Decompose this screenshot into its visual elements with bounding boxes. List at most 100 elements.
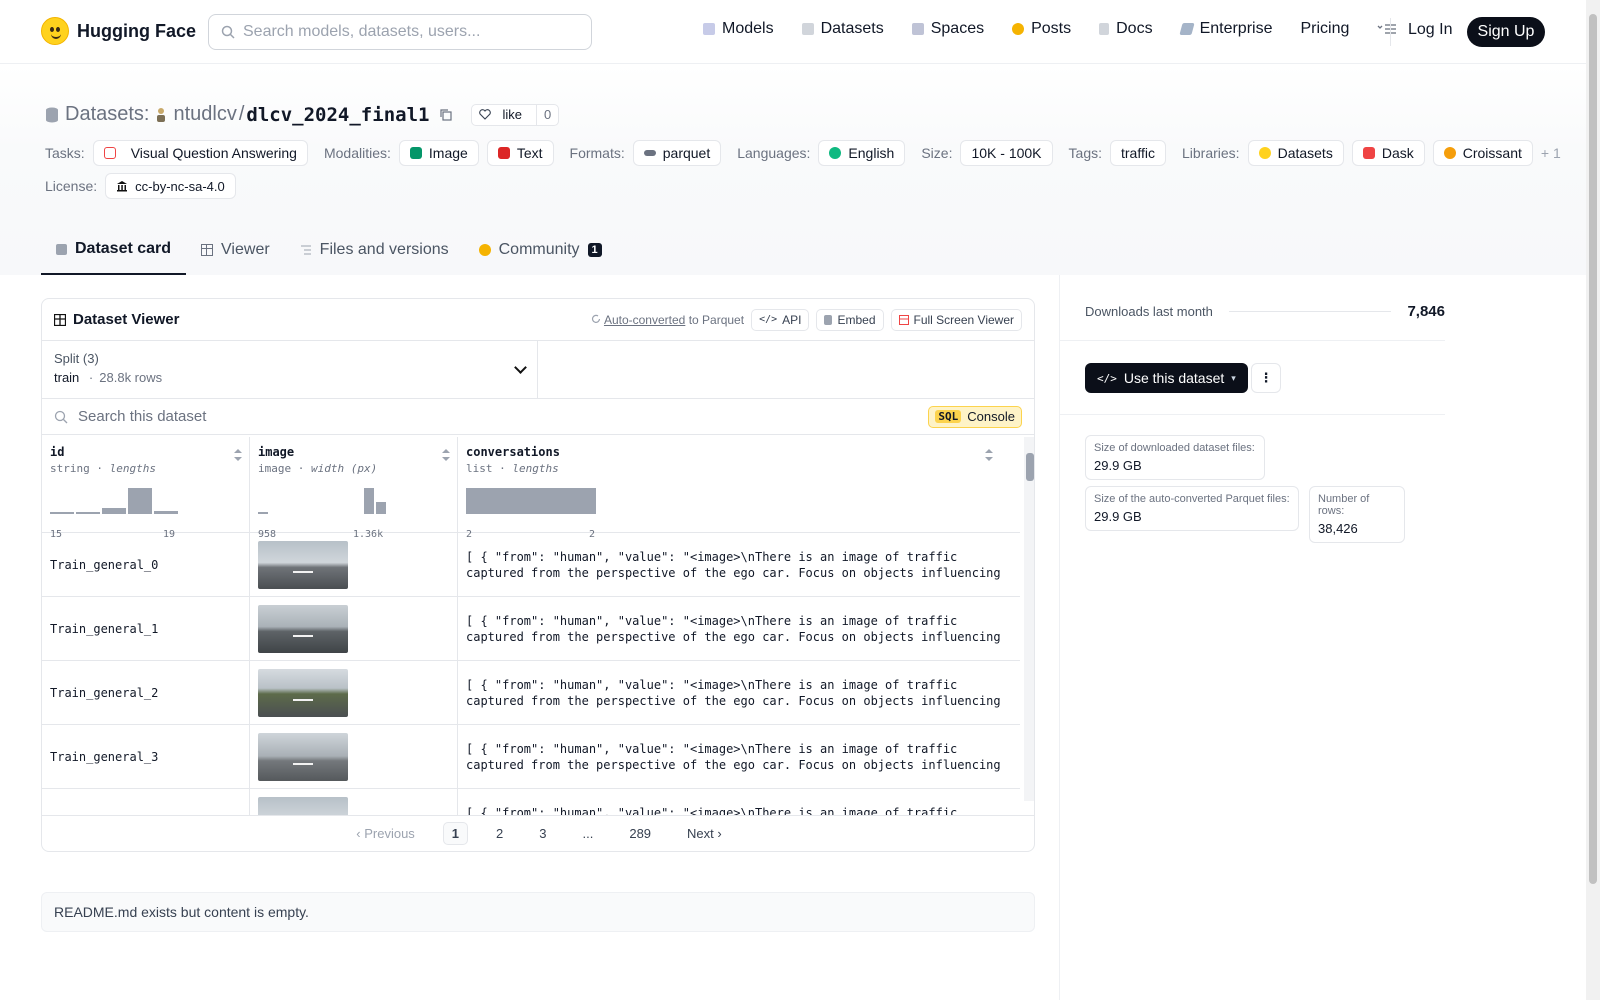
modality-text-chip[interactable]: Text bbox=[486, 140, 554, 166]
tab-community-label: Community bbox=[498, 241, 580, 258]
image-thumbnail[interactable] bbox=[258, 604, 348, 653]
tab-files[interactable]: Files and versions bbox=[285, 225, 464, 275]
last-page-button[interactable]: 289 bbox=[621, 823, 659, 844]
nav-spaces[interactable]: Spaces bbox=[911, 20, 984, 38]
tab-community[interactable]: Community 1 bbox=[464, 225, 617, 275]
nav-docs[interactable]: Docs bbox=[1099, 20, 1153, 38]
library-croissant-chip[interactable]: Croissant bbox=[1432, 140, 1533, 166]
language-chip[interactable]: English bbox=[818, 140, 906, 166]
histogram-bar[interactable] bbox=[128, 488, 152, 514]
more-libraries[interactable]: + 1 bbox=[1541, 145, 1561, 161]
sort-icon[interactable] bbox=[442, 449, 450, 461]
signup-button[interactable]: Sign Up bbox=[1467, 17, 1545, 47]
viewer-title-text: Dataset Viewer bbox=[73, 311, 180, 328]
text-icon bbox=[497, 147, 510, 159]
format-chip[interactable]: parquet bbox=[632, 140, 722, 166]
tab-dataset-card[interactable]: Dataset card bbox=[41, 225, 187, 275]
fullscreen-icon bbox=[898, 314, 909, 325]
split-select[interactable]: Split (3) train · 28.8k rows bbox=[42, 341, 538, 398]
license-icon bbox=[117, 181, 128, 192]
table-scrollbar-thumb[interactable] bbox=[1026, 453, 1034, 481]
library-datasets-chip[interactable]: Datasets bbox=[1247, 140, 1344, 166]
breadcrumb-section[interactable]: Datasets: bbox=[65, 103, 149, 126]
histogram-bar[interactable] bbox=[376, 502, 386, 514]
table-row[interactable]: Train_general_0 [ { "from": "human", "va… bbox=[42, 533, 1020, 597]
login-link[interactable]: Log In bbox=[1408, 21, 1452, 39]
task-chip[interactable]: Visual Question Answering bbox=[92, 140, 308, 166]
column-header-id[interactable]: id string · lengths 15 19 bbox=[42, 437, 250, 540]
histogram-bar[interactable] bbox=[258, 512, 268, 514]
image-thumbnail[interactable] bbox=[258, 732, 348, 781]
table-row[interactable]: Train_general_2 [ { "from": "human", "va… bbox=[42, 661, 1020, 725]
histogram-bar[interactable] bbox=[364, 488, 374, 514]
cell-image[interactable] bbox=[250, 533, 458, 596]
copy-icon[interactable] bbox=[439, 108, 453, 122]
page-scrollbar-thumb[interactable] bbox=[1589, 14, 1597, 884]
global-search-input[interactable] bbox=[243, 23, 563, 41]
repo-name[interactable]: dlcv_2024_final1 bbox=[246, 104, 429, 126]
cell-id bbox=[42, 789, 250, 815]
table-row[interactable]: [ { "from": "human", "value": "<image>\n… bbox=[42, 789, 1020, 815]
sql-console-button[interactable]: SQL Console bbox=[928, 405, 1022, 428]
image-thumbnail[interactable] bbox=[258, 797, 348, 815]
nav-posts[interactable]: Posts bbox=[1012, 20, 1071, 38]
auto-converted-link[interactable]: Auto-converted bbox=[604, 313, 685, 327]
tag-chip[interactable]: traffic bbox=[1110, 140, 1166, 166]
files-icon bbox=[300, 245, 311, 255]
global-search[interactable] bbox=[208, 14, 592, 50]
nav-pricing[interactable]: Pricing bbox=[1300, 20, 1349, 38]
table-scrollbar[interactable] bbox=[1024, 437, 1034, 801]
dataset-search[interactable]: SQL Console bbox=[42, 399, 1034, 435]
cell-image[interactable] bbox=[250, 661, 458, 724]
column-header-image[interactable]: image image · width (px) 958 1.36k bbox=[250, 437, 458, 540]
top-navigation: Hugging Face Models Datasets Spaces Post… bbox=[0, 0, 1586, 64]
histogram-bar[interactable] bbox=[154, 511, 178, 514]
like-button[interactable]: like 0 bbox=[471, 103, 560, 126]
more-options-button[interactable]: ⋮ bbox=[1251, 363, 1281, 393]
breadcrumb-owner[interactable]: ntudlcv bbox=[173, 103, 236, 126]
histogram-bar[interactable] bbox=[102, 508, 126, 514]
previous-page-button[interactable]: ‹ Previous bbox=[348, 823, 423, 844]
brand-logo[interactable]: Hugging Face bbox=[41, 17, 196, 45]
dataset-search-input[interactable] bbox=[78, 408, 878, 425]
modality-image-chip[interactable]: Image bbox=[398, 140, 479, 166]
fullscreen-button[interactable]: Full Screen Viewer bbox=[890, 308, 1022, 331]
hf-datasets-icon bbox=[1258, 147, 1271, 159]
cell-image[interactable] bbox=[250, 597, 458, 660]
cell-image[interactable] bbox=[250, 725, 458, 788]
size-chip[interactable]: 10K - 100K bbox=[960, 140, 1053, 166]
image-icon bbox=[409, 147, 422, 159]
image-thumbnail[interactable] bbox=[258, 668, 348, 717]
menu-icon bbox=[1377, 24, 1397, 34]
use-dataset-button[interactable]: </> Use this dataset ▾ bbox=[1085, 363, 1248, 393]
histogram-bar[interactable] bbox=[50, 512, 74, 514]
tab-viewer[interactable]: Viewer bbox=[186, 225, 285, 275]
nav-datasets[interactable]: Datasets bbox=[801, 20, 884, 38]
page-scrollbar[interactable] bbox=[1586, 0, 1600, 1000]
table-row[interactable]: Train_general_1 [ { "from": "human", "va… bbox=[42, 597, 1020, 661]
image-thumbnail[interactable] bbox=[258, 540, 348, 589]
cell-image[interactable] bbox=[250, 789, 458, 815]
sidebar: Downloads last month 7,846 </> Use this … bbox=[1059, 275, 1586, 1000]
page-1-button[interactable]: 1 bbox=[442, 822, 469, 845]
hugging-face-logo-icon bbox=[41, 17, 69, 45]
histogram-bar[interactable] bbox=[466, 488, 596, 514]
parquet-size-label: Size of the auto-converted Parquet files… bbox=[1094, 493, 1290, 505]
nav-models[interactable]: Models bbox=[703, 20, 774, 38]
page-3-button[interactable]: 3 bbox=[531, 823, 554, 844]
page-2-button[interactable]: 2 bbox=[488, 823, 511, 844]
nav-enterprise[interactable]: Enterprise bbox=[1178, 20, 1272, 38]
library-dask-chip[interactable]: Dask bbox=[1351, 140, 1425, 166]
nav-more-menu[interactable] bbox=[1377, 22, 1397, 36]
auto-converted-note[interactable]: Auto-converted to Parquet bbox=[591, 313, 744, 327]
api-button[interactable]: </> API bbox=[751, 308, 810, 331]
license-chip[interactable]: cc-by-nc-sa-4.0 bbox=[105, 173, 236, 199]
sort-icon[interactable] bbox=[985, 449, 993, 461]
next-page-button[interactable]: Next › bbox=[679, 823, 730, 844]
search-icon bbox=[54, 410, 68, 423]
column-header-conversations[interactable]: conversations list · lengths 22 bbox=[458, 437, 1000, 540]
sort-icon[interactable] bbox=[234, 449, 242, 461]
histogram-bar[interactable] bbox=[76, 512, 100, 514]
embed-button[interactable]: Embed bbox=[816, 308, 884, 331]
table-row[interactable]: Train_general_3 [ { "from": "human", "va… bbox=[42, 725, 1020, 789]
